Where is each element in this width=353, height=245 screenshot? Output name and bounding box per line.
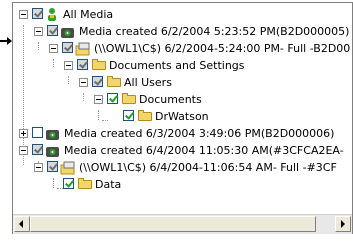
- arrow-right-icon: [341, 220, 345, 228]
- folder-icon: [107, 76, 121, 87]
- tree-checkbox[interactable]: [47, 25, 58, 36]
- tree-node-media[interactable]: Media created 6/4/2004 11:05:30 AM(#3CFC…: [13, 142, 352, 159]
- tree-node-label: (\\OWL1\C$) 6/4/2004-11:06:54 AM- Full -…: [79, 161, 337, 174]
- media-icon: [60, 24, 76, 38]
- tree-node-label: Data: [95, 178, 122, 191]
- tree-checkbox[interactable]: [62, 42, 73, 53]
- tree-node-documents-and-settings[interactable]: Documents and Settings: [13, 57, 352, 74]
- expand-toggle-icon[interactable]: [19, 129, 28, 138]
- collapse-toggle-icon[interactable]: [49, 44, 58, 53]
- tree-node-media[interactable]: Media created 6/2/2004 5:23:52 PM(B2D000…: [13, 23, 352, 40]
- media-icon: [45, 126, 61, 140]
- scroll-right-button[interactable]: [335, 216, 351, 232]
- tree-node-label: Documents and Settings: [109, 59, 245, 72]
- tree-node-backup-set[interactable]: (\\OWL1\C$) 6/2/2004-5:24:00 PM- Full -B…: [13, 40, 352, 57]
- scrollbar-thumb[interactable]: [30, 216, 316, 232]
- folder-icon: [92, 59, 106, 70]
- tree-node-label: Documents: [139, 93, 202, 106]
- collapse-toggle-icon[interactable]: [79, 78, 88, 87]
- tree-node-backup-set[interactable]: (\\OWL1\C$) 6/4/2004-11:06:54 AM- Full -…: [13, 159, 352, 176]
- tree-node-label: All Media: [63, 8, 114, 21]
- tree-node-data[interactable]: Data: [13, 176, 352, 193]
- tree-node-label: (\\OWL1\C$) 6/2/2004-5:24:00 PM- Full -B…: [94, 42, 351, 55]
- tree-checkbox[interactable]: [32, 8, 43, 19]
- collapse-toggle-icon[interactable]: [34, 27, 43, 36]
- backup-set-icon: [75, 41, 91, 56]
- restore-selection-tree-panel: All Media Media created 6/2/2004 5:23:52…: [12, 2, 353, 234]
- tree-node-media[interactable]: Media created 6/3/2004 3:49:06 PM(B2D000…: [13, 125, 352, 142]
- collapse-toggle-icon[interactable]: [19, 146, 28, 155]
- tree-node-drwatson[interactable]: DrWatson: [13, 108, 352, 125]
- folder-icon: [138, 110, 152, 121]
- tree-node-all-users[interactable]: All Users: [13, 74, 352, 91]
- tree-node-all-media[interactable]: All Media: [13, 6, 352, 23]
- tree-checkbox[interactable]: [92, 76, 103, 87]
- tree-checkbox[interactable]: [32, 127, 43, 138]
- arrow-left-icon: [19, 220, 23, 228]
- tree-checkbox[interactable]: [123, 110, 134, 121]
- tree-checkbox[interactable]: [32, 144, 43, 155]
- tree-checkbox[interactable]: [107, 93, 118, 104]
- tree-checkbox[interactable]: [77, 59, 88, 70]
- scroll-left-button[interactable]: [14, 216, 30, 232]
- backup-set-icon: [60, 160, 76, 175]
- collapse-toggle-icon[interactable]: [19, 10, 28, 19]
- tree-node-label: Media created 6/2/2004 5:23:52 PM(B2D000…: [79, 25, 350, 38]
- folder-icon: [78, 178, 92, 189]
- tree-node-label: Media created 6/3/2004 3:49:06 PM(B2D000…: [64, 127, 335, 140]
- tree-node-label: Media created 6/4/2004 11:05:30 AM(#3CFC…: [64, 144, 344, 157]
- media-icon: [45, 143, 61, 157]
- tree-node-documents[interactable]: Documents: [13, 91, 352, 108]
- tree-checkbox[interactable]: [63, 178, 74, 189]
- media-tree: All Media Media created 6/2/2004 5:23:52…: [13, 3, 352, 214]
- horizontal-scrollbar[interactable]: [13, 214, 352, 234]
- tree-node-label: DrWatson: [155, 110, 209, 123]
- collapse-toggle-icon[interactable]: [94, 95, 103, 104]
- collapse-toggle-icon[interactable]: [34, 163, 43, 172]
- tree-checkbox[interactable]: [47, 161, 58, 172]
- person-icon: [44, 7, 60, 21]
- tree-node-label: All Users: [124, 76, 172, 89]
- collapse-toggle-icon[interactable]: [64, 61, 73, 70]
- folder-icon: [122, 93, 136, 104]
